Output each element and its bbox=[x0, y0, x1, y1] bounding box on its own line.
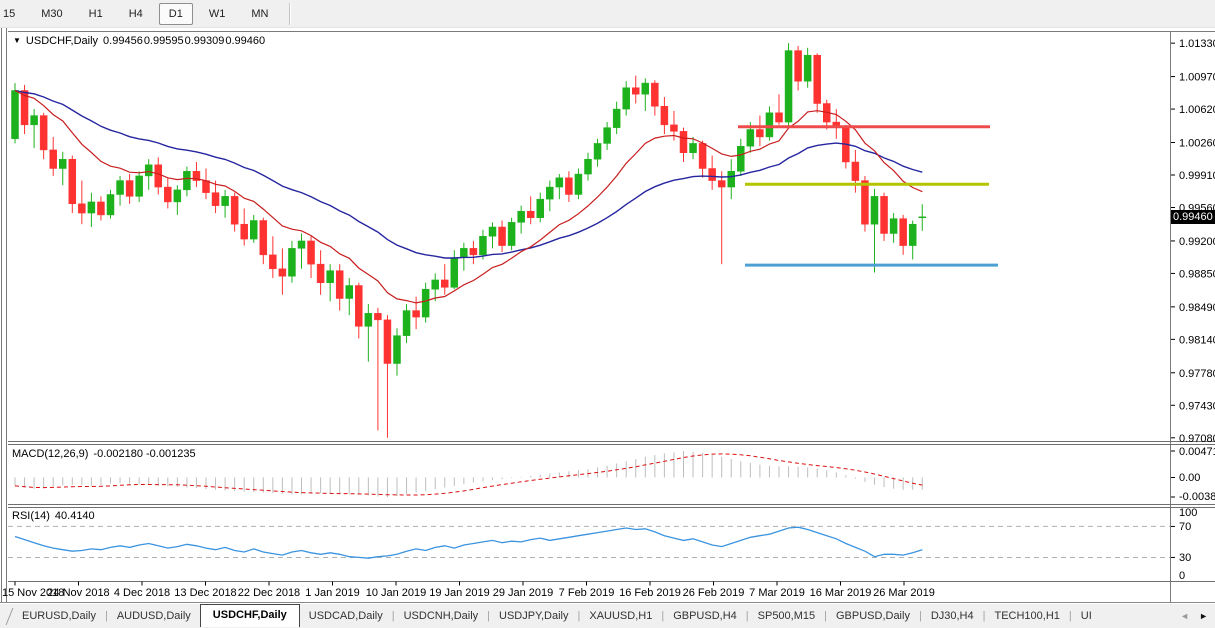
timeframe-button-MN[interactable]: MN bbox=[241, 3, 278, 25]
tab-EURUSD-Daily[interactable]: EURUSD,Daily bbox=[13, 606, 105, 626]
price-axis: 1.013301.009701.006201.002600.999100.995… bbox=[1171, 38, 1215, 445]
timeframe-button-D1[interactable]: D1 bbox=[159, 3, 193, 25]
svg-text:0.98850: 0.98850 bbox=[1179, 268, 1215, 280]
svg-text:0.98140: 0.98140 bbox=[1179, 334, 1215, 346]
svg-text:22 Dec 2018: 22 Dec 2018 bbox=[238, 587, 300, 599]
tab-scroll-right-icon[interactable]: ► bbox=[1199, 611, 1208, 621]
svg-text:13 Dec 2018: 13 Dec 2018 bbox=[174, 587, 236, 599]
svg-text:0.98490: 0.98490 bbox=[1179, 302, 1215, 314]
timeframe-button-W1[interactable]: W1 bbox=[199, 3, 236, 25]
svg-text:0.004718: 0.004718 bbox=[1179, 446, 1215, 458]
timeframe-button-H1[interactable]: H1 bbox=[79, 3, 113, 25]
mt4-window: 15M30H1H4D1W1MN 1.013301.009701.006201.0… bbox=[0, 0, 1215, 628]
timeframe-toolbar: 15 M30 H1 H4 D1 W1MN bbox=[0, 0, 1215, 28]
chart-tabs-bar: EURUSD,Daily|AUDUSD,DailyUSDCHF,DailyUSD… bbox=[0, 604, 1215, 628]
svg-text:16 Mar 2019: 16 Mar 2019 bbox=[810, 587, 872, 599]
tab-AUDUSD-Daily[interactable]: AUDUSD,Daily bbox=[108, 606, 200, 626]
svg-text:0: 0 bbox=[1179, 570, 1185, 582]
svg-text:70: 70 bbox=[1179, 521, 1191, 533]
panel-borders bbox=[0, 28, 1215, 603]
tab-USDCNH-Daily[interactable]: USDCNH,Daily bbox=[395, 606, 488, 626]
svg-text:1 Jan 2019: 1 Jan 2019 bbox=[305, 587, 359, 599]
svg-text:0.99910: 0.99910 bbox=[1179, 170, 1215, 182]
macd-name: MACD(12,26,9) bbox=[12, 448, 88, 460]
tab-stub bbox=[0, 608, 13, 625]
svg-text:29 Jan 2019: 29 Jan 2019 bbox=[493, 587, 554, 599]
tab-TECH100-H1[interactable]: TECH100,H1 bbox=[985, 606, 1068, 626]
date-axis: 15 Nov 201824 Nov 20184 Dec 201813 Dec 2… bbox=[2, 582, 935, 600]
chart-title: ▼ USDCHF,Daily 0.99456 0.99595 0.99309 0… bbox=[13, 35, 265, 47]
chart-dropdown-icon[interactable]: ▼ bbox=[13, 37, 21, 45]
rsi-value: 40.4140 bbox=[55, 510, 95, 522]
svg-text:0.00: 0.00 bbox=[1179, 472, 1200, 484]
ohlc-close: 0.99460 bbox=[225, 35, 265, 47]
rsi-label: RSI(14) 40.4140 bbox=[12, 510, 95, 522]
svg-text:0.99200: 0.99200 bbox=[1179, 236, 1215, 248]
svg-text:24 Nov 2018: 24 Nov 2018 bbox=[47, 587, 109, 599]
svg-text:4 Dec 2018: 4 Dec 2018 bbox=[114, 587, 170, 599]
tab-GBPUSD-H4[interactable]: GBPUSD,H4 bbox=[664, 606, 746, 626]
timeframe-button-M30[interactable]: M30 bbox=[31, 3, 72, 25]
tab-USDCAD-Daily[interactable]: USDCAD,Daily bbox=[300, 606, 392, 626]
svg-text:7 Feb 2019: 7 Feb 2019 bbox=[559, 587, 615, 599]
svg-text:1.00260: 1.00260 bbox=[1179, 138, 1215, 150]
svg-text:1.00970: 1.00970 bbox=[1179, 72, 1215, 84]
tab-SP500-M15[interactable]: SP500,M15 bbox=[749, 606, 824, 626]
svg-text:26 Mar 2019: 26 Mar 2019 bbox=[873, 587, 935, 599]
svg-text:16 Feb 2019: 16 Feb 2019 bbox=[619, 587, 681, 599]
svg-text:26 Feb 2019: 26 Feb 2019 bbox=[683, 587, 745, 599]
timeframe-button-H4[interactable]: H4 bbox=[119, 3, 153, 25]
ohlc-open: 0.99456 bbox=[103, 35, 143, 47]
tab-scroll-left-icon[interactable]: ◄ bbox=[1180, 611, 1189, 621]
tab-XAUUSD-H1[interactable]: XAUUSD,H1 bbox=[580, 606, 661, 626]
macd-label: MACD(12,26,9) -0.002180 -0.001235 bbox=[12, 448, 196, 460]
ohlc-low: 0.99309 bbox=[185, 35, 225, 47]
candles-layer bbox=[12, 43, 926, 438]
rsi-layer: 100 70 30 0 bbox=[8, 507, 1197, 582]
svg-text:1.01330: 1.01330 bbox=[1179, 38, 1215, 50]
tab-DJ30-H4[interactable]: DJ30,H4 bbox=[922, 606, 983, 626]
svg-text:19 Jan 2019: 19 Jan 2019 bbox=[429, 587, 490, 599]
svg-text:-0.003893: -0.003893 bbox=[1179, 491, 1215, 503]
current-price-tag: 0.99460 bbox=[1171, 210, 1215, 224]
svg-text:10 Jan 2019: 10 Jan 2019 bbox=[366, 587, 427, 599]
macd-values: -0.002180 -0.001235 bbox=[93, 448, 195, 460]
tab-UI[interactable]: UI bbox=[1072, 606, 1101, 626]
svg-text:1.00620: 1.00620 bbox=[1179, 104, 1215, 116]
toolbar-separator bbox=[289, 3, 291, 25]
svg-text:100: 100 bbox=[1179, 507, 1197, 519]
rsi-name: RSI(14) bbox=[12, 510, 50, 522]
moving-averages bbox=[15, 91, 922, 303]
svg-text:0.97780: 0.97780 bbox=[1179, 368, 1215, 380]
candlestick-chart-canvas[interactable]: 1.01330 1.00970 1.00620 1.00260 0.99910 0.995… bbox=[0, 0, 1215, 628]
svg-text:30: 30 bbox=[1179, 552, 1191, 564]
timeframe-button-15[interactable]: 15 bbox=[0, 3, 25, 25]
tab-USDJPY-Daily[interactable]: USDJPY,Daily bbox=[490, 606, 578, 626]
svg-text:0.97080: 0.97080 bbox=[1179, 433, 1215, 445]
svg-text:0.97430: 0.97430 bbox=[1179, 400, 1215, 412]
tab-GBPUSD-Daily[interactable]: GBPUSD,Daily bbox=[827, 606, 919, 626]
ohlc-high: 0.99595 bbox=[144, 35, 184, 47]
svg-text:7 Mar 2019: 7 Mar 2019 bbox=[749, 587, 805, 599]
tab-USDCHF-Daily[interactable]: USDCHF,Daily bbox=[200, 604, 300, 627]
chart-symbol-label: USDCHF,Daily bbox=[26, 35, 98, 47]
